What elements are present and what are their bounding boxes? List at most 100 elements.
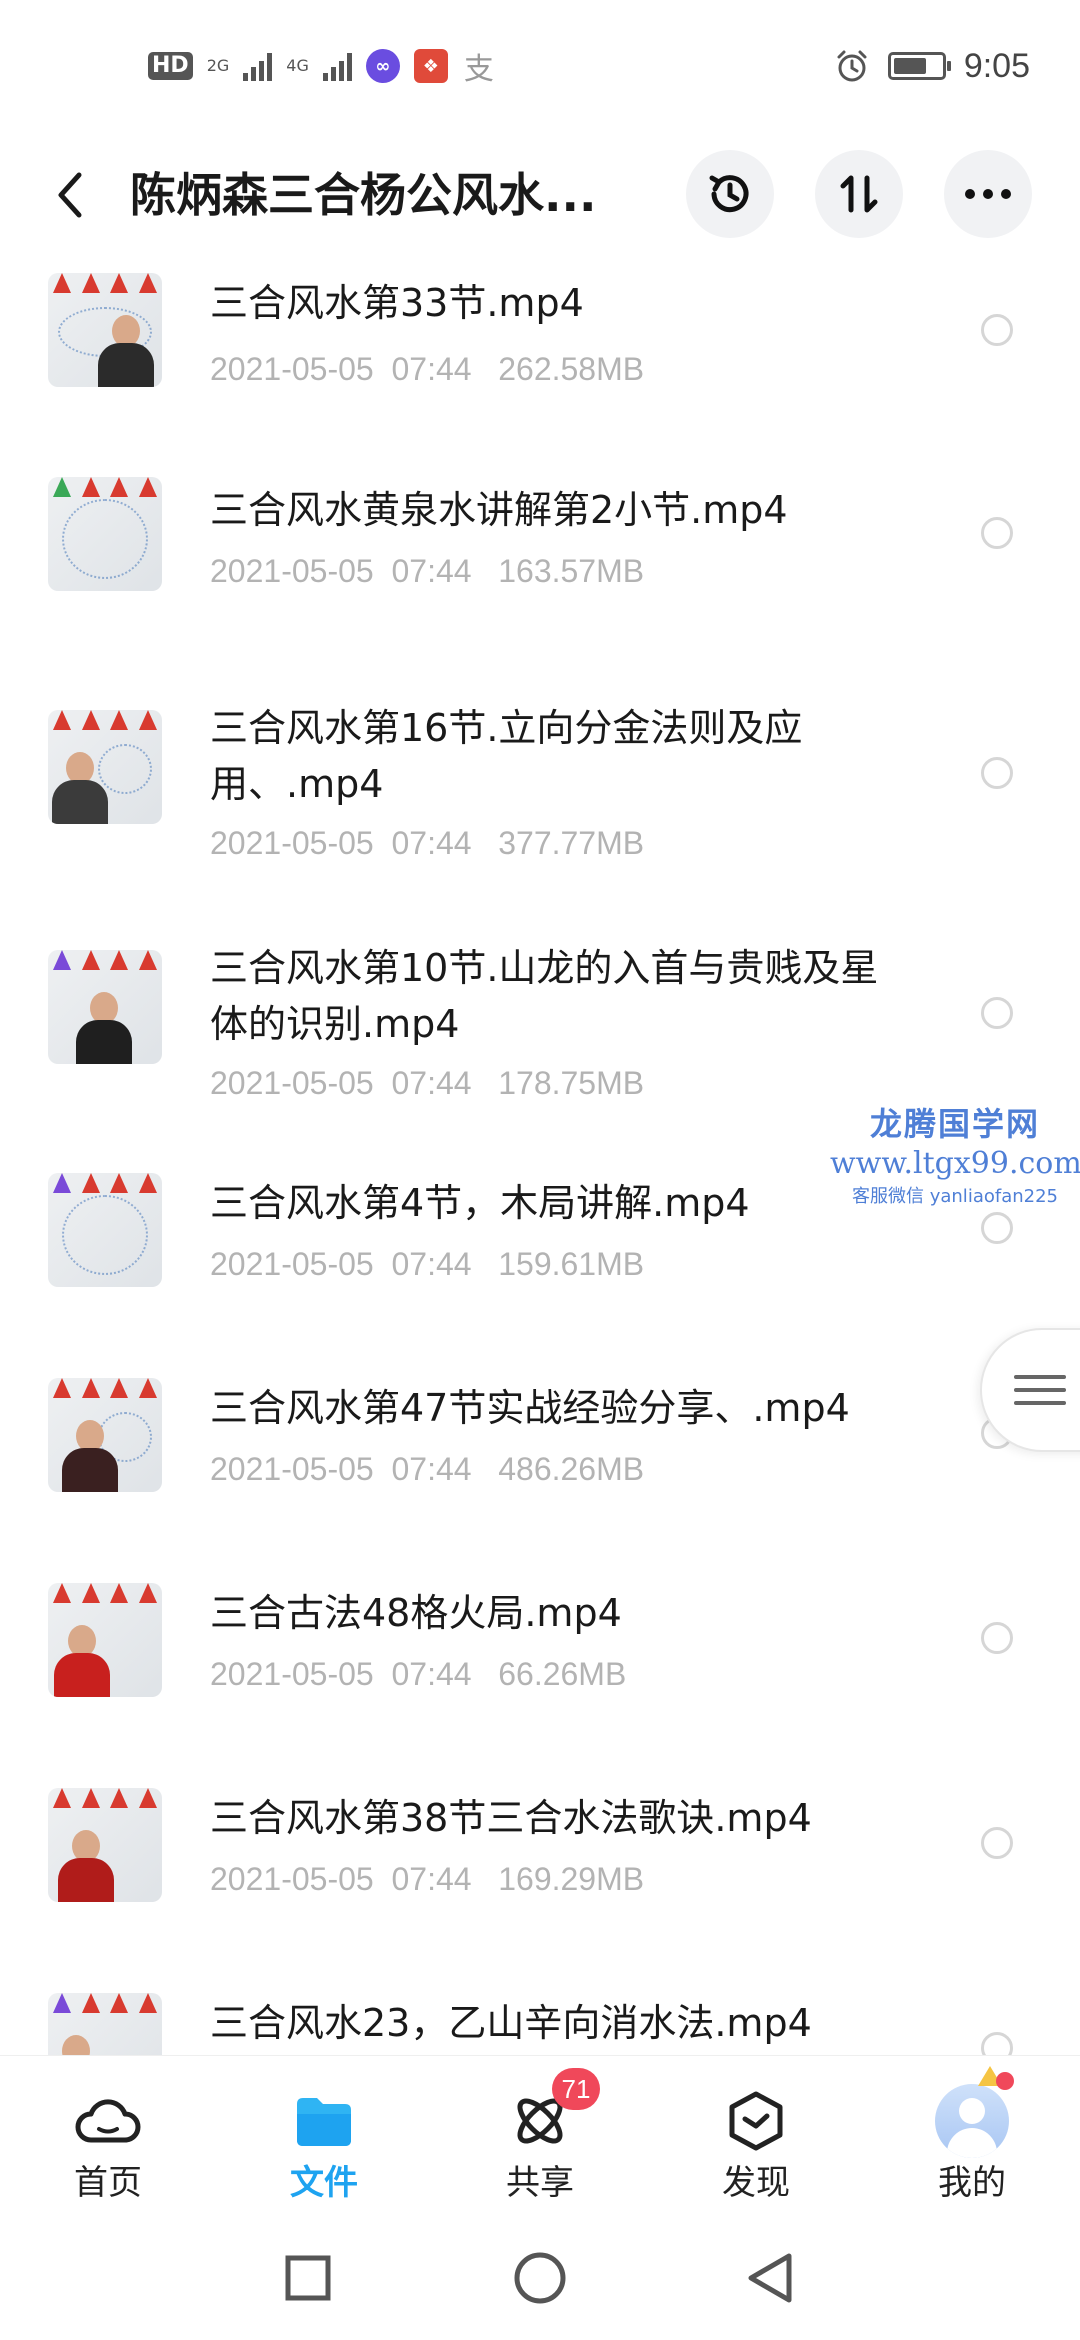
- network-4g-label: 4G: [286, 56, 309, 75]
- list-item[interactable]: 三合风水黄泉水讲解第2小节.mp4 2021-05-05 07:44 163.5…: [0, 455, 1080, 665]
- video-thumbnail: [48, 1378, 162, 1492]
- file-meta: 2021-05-05 07:44 66.26MB: [210, 1652, 626, 1696]
- more-icon: [965, 189, 1011, 199]
- video-thumbnail: [48, 273, 162, 387]
- video-thumbnail: [48, 1173, 162, 1287]
- file-meta: 2021-05-05 07:44 178.75MB: [210, 1061, 644, 1105]
- nav-discover[interactable]: 发现: [676, 2086, 836, 2216]
- list-item[interactable]: 三合风水第33节.mp4 2021-05-05 07:44 262.58MB: [0, 255, 1080, 455]
- list-item[interactable]: 三合风水第16节.立向分金法则及应用、.mp4 2021-05-05 07:44…: [0, 665, 1080, 905]
- file-date: 2021-05-05 07:44: [210, 825, 472, 861]
- file-date: 2021-05-05 07:44: [210, 1451, 472, 1487]
- nav-label: 发现: [722, 2163, 790, 2203]
- list-item[interactable]: 三合风水第38节三合水法歌诀.mp4 2021-05-05 07:44 169.…: [0, 1760, 1080, 1965]
- avatar-icon: [935, 2084, 1009, 2158]
- nav-files[interactable]: 文件: [244, 2086, 404, 2216]
- file-date: 2021-05-05 07:44: [210, 553, 472, 589]
- list-item[interactable]: 三合古法48格火局.mp4 2021-05-05 07:44 66.26MB: [0, 1555, 1080, 1760]
- file-meta: 2021-05-05 07:44 486.26MB: [210, 1447, 644, 1491]
- select-radio[interactable]: [981, 1622, 1013, 1654]
- file-size: 159.61MB: [498, 1246, 645, 1282]
- nav-share[interactable]: 71 共享: [460, 2068, 620, 2216]
- history-button[interactable]: [686, 150, 774, 238]
- file-date: 2021-05-05 07:44: [210, 351, 472, 387]
- select-radio[interactable]: [981, 517, 1013, 549]
- page-title: 陈炳森三合杨公风水...: [130, 168, 597, 222]
- red-app-icon: ❖: [413, 49, 448, 83]
- file-meta: 2021-05-05 07:44 159.61MB: [210, 1242, 644, 1286]
- home-icon: [514, 2252, 566, 2304]
- more-button[interactable]: [944, 150, 1032, 238]
- sort-button[interactable]: [815, 150, 903, 238]
- file-meta: 2021-05-05 07:44 163.57MB: [210, 549, 644, 593]
- sort-icon: [840, 175, 878, 213]
- battery-icon: [887, 52, 951, 80]
- status-left: HD 2G 4G ∞ ❖ 支: [148, 44, 496, 88]
- video-thumbnail: [48, 1583, 162, 1697]
- history-icon: [709, 175, 749, 213]
- battery-fill: [893, 58, 926, 74]
- infinity-app-icon: ∞: [365, 49, 400, 83]
- file-name: 三合古法48格火局.mp4: [210, 1591, 622, 1635]
- list-item[interactable]: 三合风水第47节实战经验分享、.mp4 2021-05-05 07:44 486…: [0, 1350, 1080, 1555]
- file-date: 2021-05-05 07:44: [210, 1065, 472, 1101]
- file-size: 66.26MB: [498, 1656, 627, 1692]
- hd-indicator: HD: [148, 52, 193, 80]
- alarm-icon: [837, 50, 867, 82]
- list-item[interactable]: 三合风水23，乙山辛向消水法.mp4: [0, 1965, 1080, 2055]
- network-2g-label: 2G: [206, 56, 230, 75]
- signal-icon: [243, 51, 273, 81]
- home-button[interactable]: [510, 2248, 570, 2308]
- file-date: 2021-05-05 07:44: [210, 1246, 472, 1282]
- alipay-icon: 支: [463, 52, 494, 87]
- file-date: 2021-05-05 07:44: [210, 1861, 472, 1897]
- file-name: 三合风水第38节三合水法歌诀.mp4: [210, 1796, 812, 1840]
- watermark-url: www.ltgx99.com: [830, 1146, 1080, 1181]
- watermark-title: 龙腾国学网: [869, 1105, 1040, 1143]
- video-thumbnail: [48, 710, 162, 824]
- system-back-button[interactable]: [740, 2248, 800, 2308]
- folder-icon: [284, 2086, 364, 2156]
- video-thumbnail: [48, 1993, 162, 2055]
- select-radio[interactable]: [981, 1212, 1013, 1244]
- file-meta: 2021-05-05 07:44 262.58MB: [210, 347, 644, 391]
- file-name: 三合风水黄泉水讲解第2小节.mp4: [210, 488, 788, 532]
- system-nav: [0, 2220, 1080, 2340]
- file-meta: 2021-05-05 07:44 169.29MB: [210, 1857, 644, 1901]
- select-radio[interactable]: [981, 2032, 1013, 2055]
- video-thumbnail: [48, 1788, 162, 1902]
- back-button[interactable]: [40, 155, 100, 235]
- file-size: 169.29MB: [498, 1861, 645, 1897]
- nav-label: 首页: [74, 2163, 142, 2203]
- clock: 9:05: [963, 46, 1030, 85]
- nav-label: 共享: [506, 2163, 574, 2203]
- video-thumbnail: [48, 950, 162, 1064]
- file-meta: 2021-05-05 07:44 377.77MB: [210, 821, 644, 865]
- video-thumbnail: [48, 477, 162, 591]
- chevron-left-icon: [58, 172, 82, 218]
- file-size: 262.58MB: [498, 351, 645, 387]
- bottom-nav: 首页 文件 71 共享 发现 我的: [0, 2055, 1080, 2220]
- avatar-wrapper: [932, 2066, 1014, 2158]
- watermark-contact: 客服微信 yanliaofan225: [852, 1186, 1058, 1207]
- select-radio[interactable]: [981, 757, 1013, 789]
- select-radio[interactable]: [981, 314, 1013, 346]
- file-name: 三合风水第33节.mp4: [210, 281, 584, 325]
- nav-label: 文件: [290, 2163, 358, 2203]
- status-right: 9:05: [834, 44, 1030, 88]
- status-bar: HD 2G 4G ∞ ❖ 支 9:05: [0, 0, 1080, 135]
- nav-home[interactable]: 首页: [28, 2086, 188, 2216]
- recent-apps-icon: [285, 2255, 331, 2301]
- select-radio[interactable]: [981, 1827, 1013, 1859]
- file-name: 三合风水23，乙山辛向消水法.mp4: [210, 2001, 812, 2045]
- recent-apps-button[interactable]: [278, 2248, 338, 2308]
- file-date: 2021-05-05 07:44: [210, 1656, 472, 1692]
- discover-icon: [716, 2086, 796, 2156]
- signal-icon: [322, 51, 352, 81]
- file-name: 三合风水第47节实战经验分享、.mp4: [210, 1386, 850, 1430]
- nav-profile[interactable]: 我的: [892, 2066, 1052, 2216]
- notification-badge: 71: [552, 2068, 600, 2110]
- notification-dot: [996, 2072, 1014, 2090]
- back-icon: [748, 2253, 792, 2303]
- select-radio[interactable]: [981, 997, 1013, 1029]
